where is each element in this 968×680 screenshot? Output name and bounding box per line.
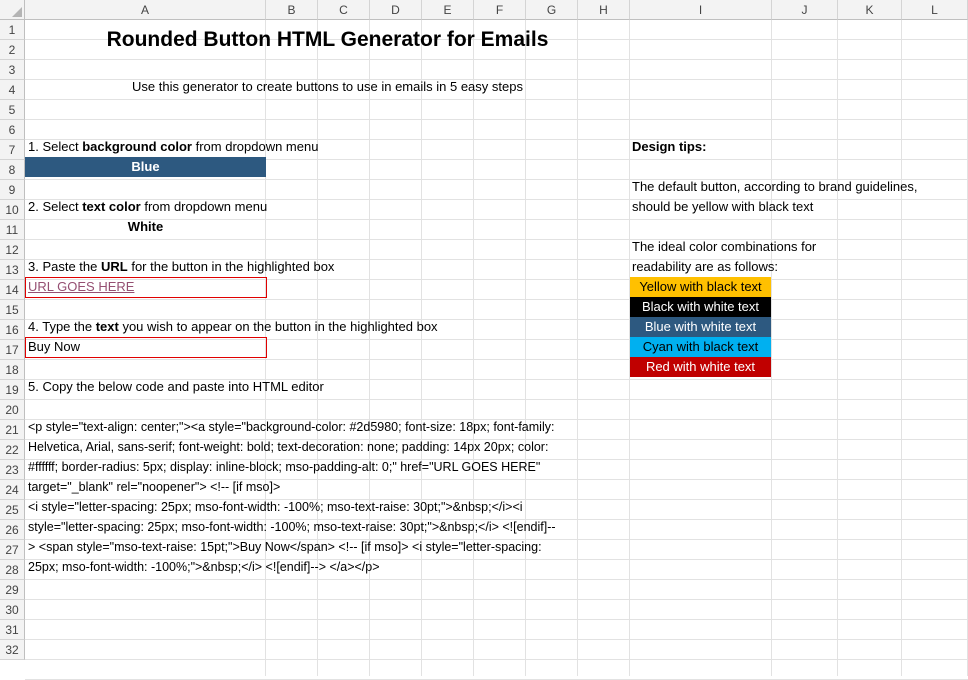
row-header-19[interactable]: 19: [0, 380, 25, 400]
column-header-e[interactable]: E: [422, 0, 474, 20]
column-header-k[interactable]: K: [838, 0, 902, 20]
row-header-22[interactable]: 22: [0, 440, 25, 460]
code-line-8[interactable]: 25px; mso-font-width: -100%;">&nbsp;</i>…: [28, 557, 380, 577]
grid-row-line: [25, 599, 968, 600]
combo-red-white: Red with white text: [630, 357, 771, 377]
row-header-12[interactable]: 12: [0, 240, 25, 260]
column-header-f[interactable]: F: [474, 0, 526, 20]
step1-instruction: 1. Select background color from dropdown…: [28, 137, 318, 157]
step1-text-post: from dropdown menu: [192, 139, 319, 154]
code-line-2[interactable]: Helvetica, Arial, sans-serif; font-weigh…: [28, 437, 548, 457]
step4-instruction: 4. Type the text you wish to appear on t…: [28, 317, 438, 337]
column-header-c[interactable]: C: [318, 0, 370, 20]
row-header-5[interactable]: 5: [0, 100, 25, 120]
combo-cyan-black: Cyan with black text: [630, 337, 771, 357]
url-input-value[interactable]: URL GOES HERE: [28, 277, 134, 297]
step1-text-bold: background color: [82, 139, 192, 154]
row-header-26[interactable]: 26: [0, 520, 25, 540]
background-color-value: Blue: [131, 159, 160, 174]
row-header-4[interactable]: 4: [0, 80, 25, 100]
row-header-1[interactable]: 1: [0, 20, 25, 40]
row-header-24[interactable]: 24: [0, 480, 25, 500]
row-header-14[interactable]: 14: [0, 280, 25, 300]
row-header-25[interactable]: 25: [0, 500, 25, 520]
column-header-b[interactable]: B: [266, 0, 318, 20]
step2-text-pre: 2. Select: [28, 199, 83, 214]
step4-text-pre: 4. Type the: [28, 319, 96, 334]
page-title: Rounded Button HTML Generator for Emails: [106, 28, 549, 51]
combo-blue-white: Blue with white text: [630, 317, 771, 337]
grid-row-line: [25, 299, 968, 300]
code-line-3[interactable]: #ffffff; border-radius: 5px; display: in…: [28, 457, 540, 477]
row-header-32[interactable]: 32: [0, 640, 25, 660]
row-header-27[interactable]: 27: [0, 540, 25, 560]
step4-text-bold: text: [95, 319, 119, 334]
row-header-6[interactable]: 6: [0, 120, 25, 140]
row-header-10[interactable]: 10: [0, 200, 25, 220]
column-header-i[interactable]: I: [630, 0, 772, 20]
row-header-31[interactable]: 31: [0, 620, 25, 640]
grid-row-line: [25, 119, 968, 120]
grid-row-line: [25, 99, 968, 100]
row-header-7[interactable]: 7: [0, 140, 25, 160]
step3-text-bold: URL: [101, 259, 128, 274]
step3-text-pre: 3. Paste the: [28, 259, 101, 274]
text-color-dropdown[interactable]: White: [25, 217, 266, 237]
tips-default-line1: The default button, according to brand g…: [632, 179, 918, 194]
row-header-20[interactable]: 20: [0, 400, 25, 420]
column-header-d[interactable]: D: [370, 0, 422, 20]
code-line-1[interactable]: <p style="text-align: center;"><a style=…: [28, 417, 554, 437]
step2-text-post: from dropdown menu: [140, 199, 268, 214]
combo-yellow-black: Yellow with black text: [630, 277, 771, 297]
row-header-17[interactable]: 17: [0, 340, 25, 360]
code-line-6[interactable]: style="letter-spacing: 25px; mso-font-wi…: [28, 517, 556, 537]
grid-row-line: [25, 639, 968, 640]
grid-row-line: [25, 359, 968, 360]
combo-black-white: Black with white text: [630, 297, 771, 317]
step1-text-pre: 1. Select: [28, 139, 83, 154]
grid-row-line: [25, 59, 968, 60]
row-header-11[interactable]: 11: [0, 220, 25, 240]
row-header-18[interactable]: 18: [0, 360, 25, 380]
column-header-h[interactable]: H: [578, 0, 630, 20]
grid-row-line: [25, 399, 968, 400]
row-header-3[interactable]: 3: [0, 60, 25, 80]
column-header-a[interactable]: A: [25, 0, 266, 20]
select-all-corner[interactable]: [0, 0, 25, 20]
column-header-j[interactable]: J: [772, 0, 838, 20]
column-header-g[interactable]: G: [526, 0, 578, 20]
code-line-4[interactable]: target="_blank" rel="noopener"> <!-- [if…: [28, 477, 280, 497]
row-header-16[interactable]: 16: [0, 320, 25, 340]
grid-row-line: [25, 239, 968, 240]
column-header-l[interactable]: L: [902, 0, 968, 20]
row-header-30[interactable]: 30: [0, 600, 25, 620]
step3-text-post: for the button in the highlighted box: [127, 259, 335, 274]
tips-default-line2: should be yellow with black text: [632, 199, 814, 214]
button-text-input-value[interactable]: Buy Now: [28, 337, 80, 357]
row-header-21[interactable]: 21: [0, 420, 25, 440]
row-header-29[interactable]: 29: [0, 580, 25, 600]
row-header-2[interactable]: 2: [0, 40, 25, 60]
row-header-15[interactable]: 15: [0, 300, 25, 320]
row-header-9[interactable]: 9: [0, 180, 25, 200]
row-header-23[interactable]: 23: [0, 460, 25, 480]
subtitle: Use this generator to create buttons to …: [132, 79, 523, 94]
step4-text-post: you wish to appear on the button in the …: [118, 319, 438, 334]
grid-row-line: [25, 619, 968, 620]
row-header-13[interactable]: 13: [0, 260, 25, 280]
tips-ideal-line2: readability are as follows:: [632, 259, 778, 274]
row-header-28[interactable]: 28: [0, 560, 25, 580]
tips-ideal-line1: The ideal color combinations for: [632, 239, 817, 254]
grid-row-line: [25, 659, 968, 660]
row-header-8[interactable]: 8: [0, 160, 25, 180]
step3-instruction: 3. Paste the URL for the button in the h…: [28, 257, 334, 277]
design-tips-heading: Design tips:: [632, 139, 707, 154]
step2-instruction: 2. Select text color from dropdown menu: [28, 197, 267, 217]
grid-row-line: [25, 579, 968, 580]
step5-instruction: 5. Copy the below code and paste into HT…: [28, 379, 324, 394]
code-line-5[interactable]: <i style="letter-spacing: 25px; mso-font…: [28, 497, 523, 517]
code-line-7[interactable]: > <span style="mso-text-raise: 15pt;">Bu…: [28, 537, 542, 557]
step2-text-bold: text color: [82, 199, 141, 214]
